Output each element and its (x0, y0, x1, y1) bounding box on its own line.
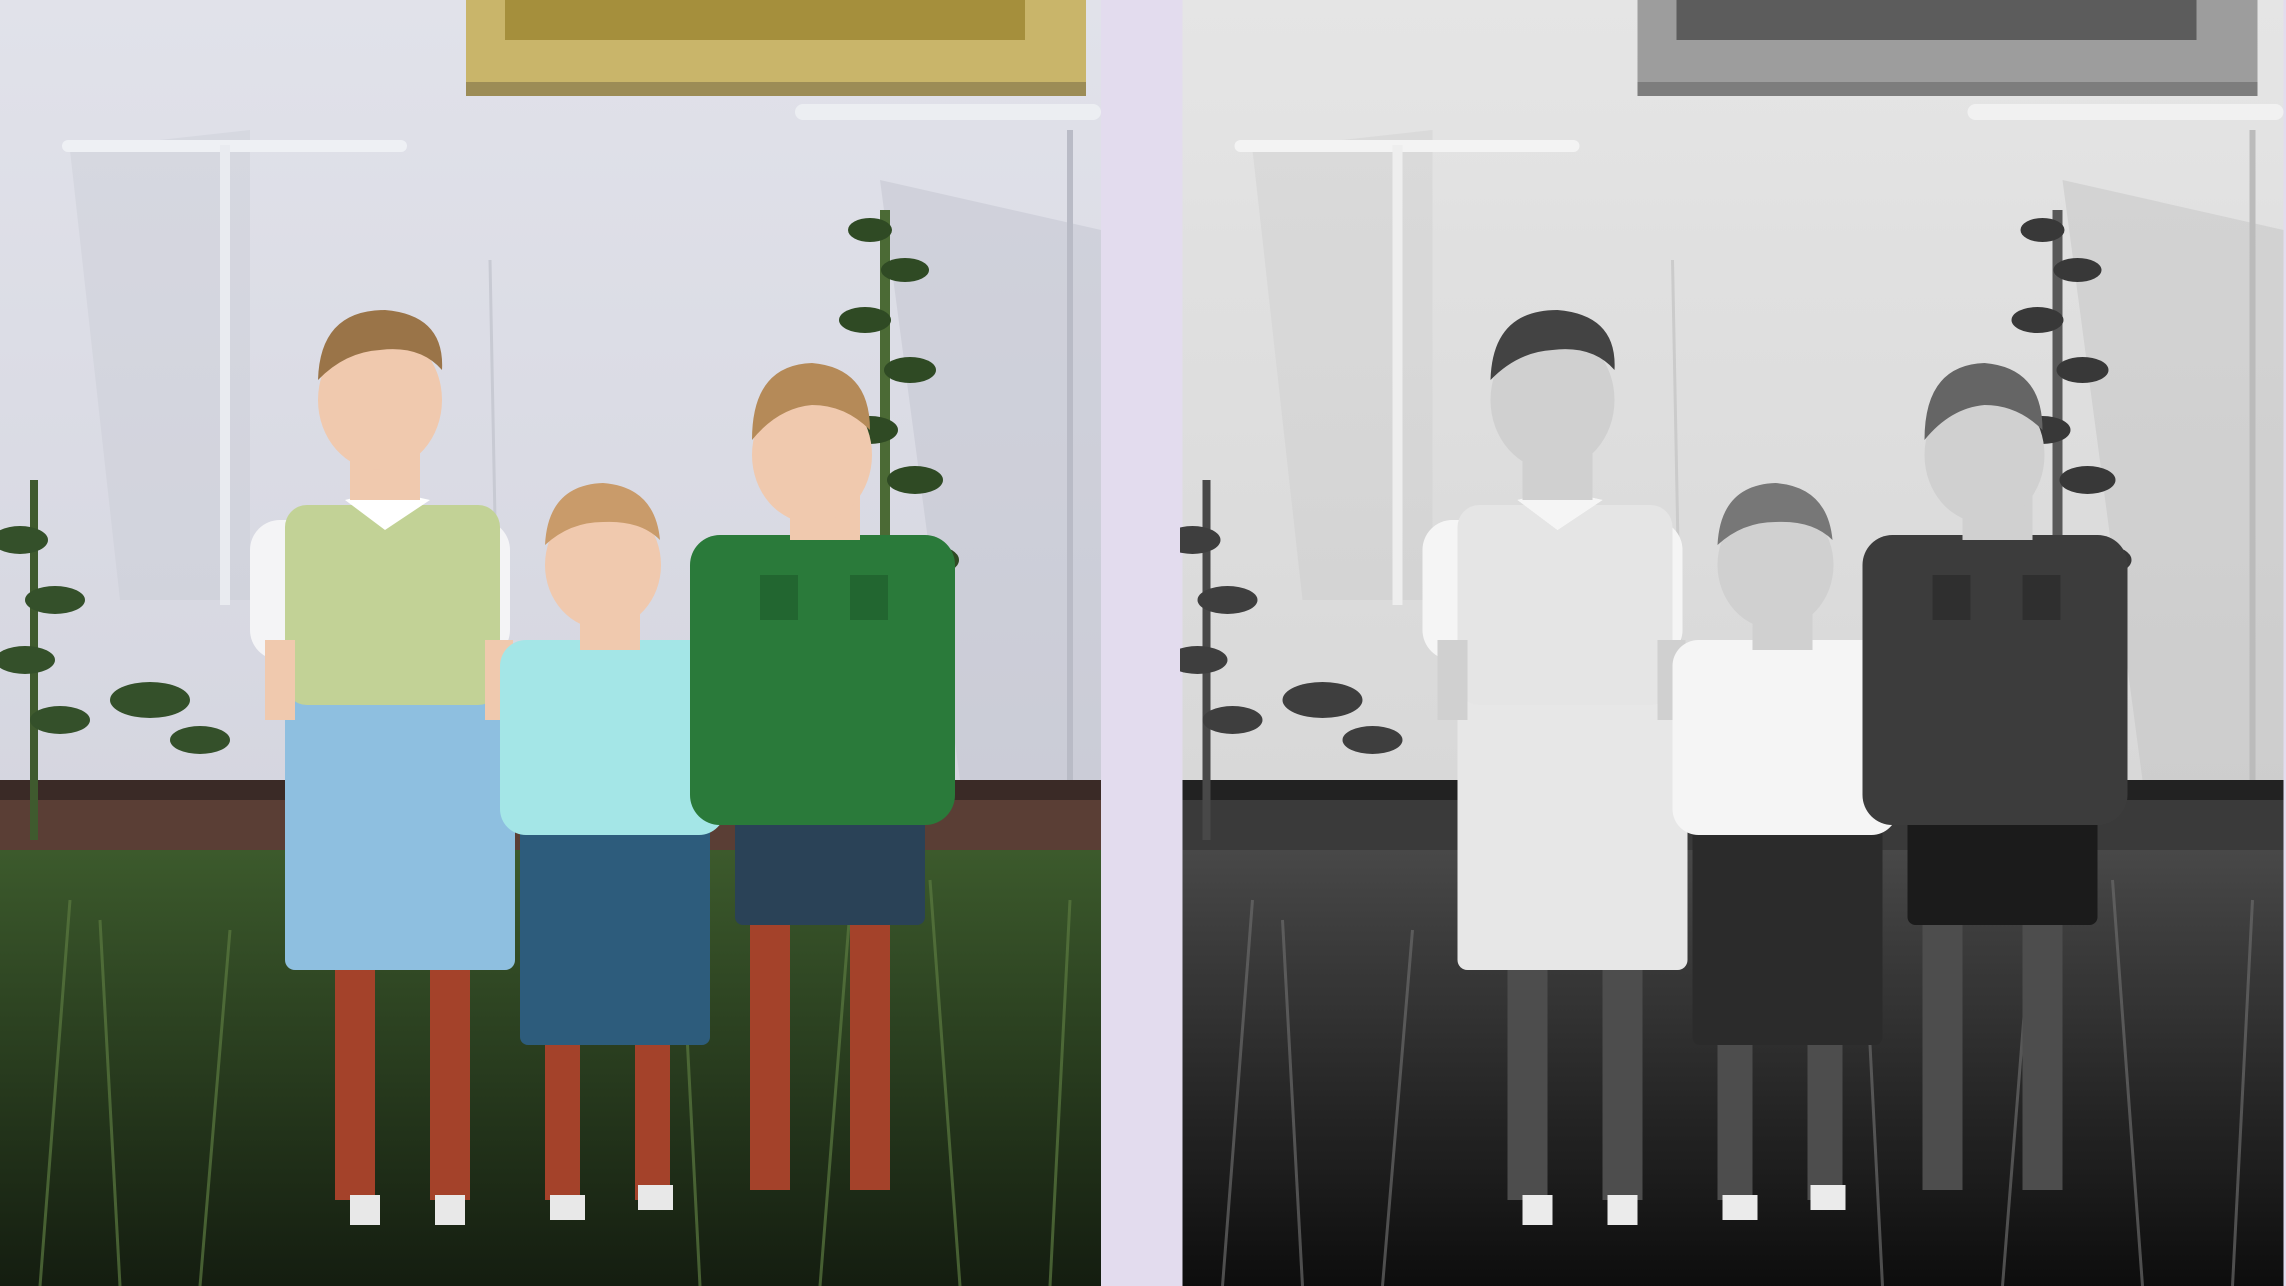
boy-left-shorts (285, 700, 515, 970)
original-photo-panel (1180, 0, 2286, 1286)
window-glass (1676, 0, 2197, 40)
clothesline-rail (795, 104, 1101, 120)
boy-right-shorts (1907, 810, 2098, 925)
original-photo (1180, 0, 2284, 1286)
boy-left-vest (285, 505, 500, 705)
clothesline-rail (62, 140, 407, 152)
boy-right-shirt (1862, 535, 2128, 825)
colorized-photo (0, 0, 1101, 1286)
boy-left-vest (1457, 505, 1673, 705)
panel-divider (1101, 0, 1180, 1286)
colorized-photo-panel (0, 0, 1101, 1286)
boy-right-shirt (690, 535, 955, 825)
boy-right-shorts (735, 810, 925, 925)
window-glass (505, 0, 1025, 40)
clothesline-rail (1234, 140, 1580, 152)
boy-middle-shorts (1692, 820, 1883, 1045)
clothesline-rail (1967, 104, 2284, 120)
boy-middle-shorts (520, 820, 710, 1045)
boy-left-shorts (1457, 700, 1688, 970)
